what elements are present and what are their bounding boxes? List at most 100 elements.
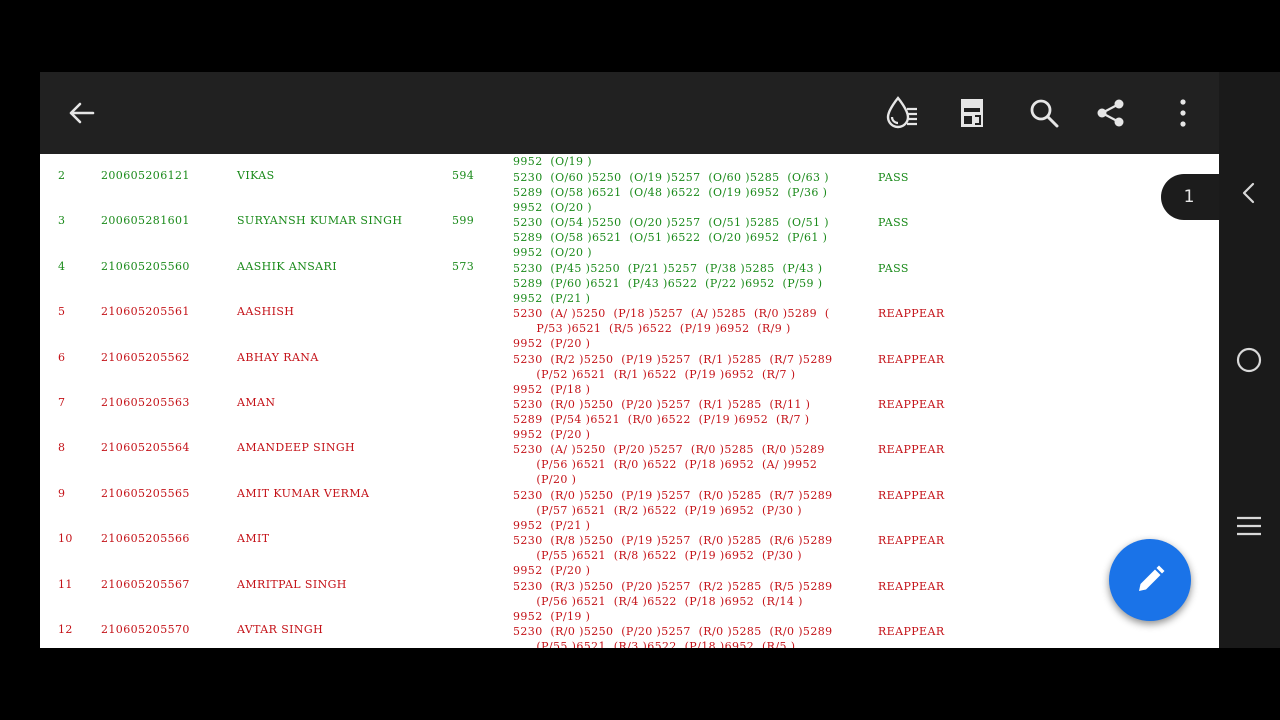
subject-marks-line: (P/57 )6521 (R/2 )6522 (P/19 )6952 (P/30…: [513, 503, 802, 517]
subject-marks-line: (P/56 )6521 (R/4 )6522 (P/18 )6952 (R/14…: [513, 594, 803, 608]
subject-marks-line: 5289 (O/58 )6521 (O/48 )6522 (O/19 )6952…: [513, 186, 828, 199]
result-status: REAPPEAR: [878, 352, 945, 366]
serial-number: 4: [58, 259, 66, 273]
document-page[interactable]: 9952 (O/19 ) 2 200605206121 VIKAS 594 PASS 52…: [40, 154, 1219, 648]
subject-marks-line: 5230 (R/2 )5250 (P/19 )5257 (R/1 )5285 (…: [513, 352, 833, 366]
student-name: AMIT: [237, 532, 270, 546]
subject-marks-line: 9952 (P/19 ): [513, 609, 591, 623]
result-status: PASS: [878, 216, 909, 230]
search-icon: [1030, 99, 1059, 128]
student-name: ABHAY RANA: [237, 350, 319, 364]
subject-marks-line: 9952 (P/18 ): [513, 382, 591, 396]
roll-number: 210605205562: [101, 350, 190, 364]
result-status: REAPPEAR: [878, 488, 945, 502]
result-status: PASS: [878, 171, 909, 184]
subject-marks-line: 9952 (P/21 ): [513, 518, 591, 532]
search-button[interactable]: [1022, 91, 1066, 135]
result-status: REAPPEAR: [878, 534, 945, 548]
subject-marks-line: P/53 )6521 (R/5 )6522 (P/19 )6952 (R/9 ): [513, 322, 791, 336]
total-marks: 573: [452, 259, 475, 273]
result-status: REAPPEAR: [878, 579, 945, 593]
subject-marks-line: 5289 (O/58 )6521 (O/51 )6522 (O/20 )6952…: [513, 231, 828, 245]
roll-number: 210605205563: [101, 396, 190, 409]
serial-number: 8: [58, 441, 66, 455]
subject-marks-line: (P/55 )6521 (R/3 )6522 (P/18 )6952 (R/5 …: [513, 640, 796, 648]
subject-marks-line: 9952 (P/20 ): [513, 428, 591, 441]
nav-recents-icon: [1237, 516, 1261, 536]
subject-marks-line: 9952 (P/21 ): [513, 291, 591, 305]
student-name: AMAN: [237, 396, 276, 409]
nav-recents-button[interactable]: [1229, 506, 1269, 546]
roll-number: 210605205565: [101, 486, 190, 500]
subject-marks-line: (P/56 )6521 (R/0 )6522 (P/18 )6952 (A/ )…: [513, 458, 818, 472]
serial-number: 12: [58, 623, 73, 636]
subject-marks-line: (P/20 ): [513, 473, 577, 487]
top-toolbar: [40, 72, 1219, 154]
page-layout-icon: [961, 99, 983, 127]
student-name: AMRITPAL SINGH: [237, 577, 347, 591]
result-status: PASS: [878, 261, 909, 275]
roll-number: 210605205560: [101, 259, 190, 273]
subject-marks-line: 5230 (P/45 )5250 (P/21 )5257 (P/38 )5285…: [513, 261, 823, 275]
subject-marks-line: 5230 (A/ )5250 (P/18 )5257 (A/ )5285 (R/…: [513, 307, 830, 321]
roll-number: 210605205570: [101, 623, 190, 636]
arrow-left-icon: [69, 102, 95, 124]
share-button[interactable]: [1089, 91, 1133, 135]
previous-row-fragment: 9952 (O/19 ): [513, 155, 592, 168]
subject-marks-line: 5230 (O/54 )5250 (O/20 )5257 (O/51 )5285…: [513, 216, 829, 230]
student-name: AMIT KUMAR VERMA: [237, 486, 370, 500]
subject-marks-line: 5230 (A/ )5250 (P/20 )5257 (R/0 )5285 (R…: [513, 443, 825, 457]
student-name: AASHIK ANSARI: [237, 259, 337, 273]
serial-number: 7: [58, 396, 66, 409]
subject-marks-line: 9952 (O/20 ): [513, 201, 592, 214]
page-number-badge: 1: [1161, 174, 1223, 220]
student-name: AASHISH: [237, 305, 295, 319]
subject-marks-line: 5230 (R/3 )5250 (P/20 )5257 (R/2 )5285 (…: [513, 579, 833, 593]
serial-number: 11: [58, 577, 73, 591]
subject-marks-line: 5230 (R/0 )5250 (P/20 )5257 (R/0 )5285 (…: [513, 625, 833, 638]
subject-marks-line: (P/52 )6521 (R/1 )6522 (P/19 )6952 (R/7 …: [513, 367, 796, 381]
subject-marks-line: (P/55 )6521 (R/8 )6522 (P/19 )6952 (P/30…: [513, 549, 802, 563]
ink-drop-lines-icon: [886, 96, 917, 129]
more-options-button[interactable]: [1161, 91, 1205, 135]
nav-back-button[interactable]: [1229, 173, 1269, 213]
roll-number: 210605205564: [101, 441, 190, 455]
subject-marks-line: 5289 (P/54 )6521 (R/0 )6522 (P/19 )6952 …: [513, 413, 810, 426]
share-icon: [1097, 99, 1124, 127]
serial-number: 2: [58, 169, 66, 182]
pencil-icon: [1139, 565, 1165, 591]
roll-number: 210605205567: [101, 577, 190, 591]
ink-drop-button[interactable]: [880, 91, 924, 135]
student-name: AMANDEEP SINGH: [237, 441, 356, 455]
roll-number: 210605205561: [101, 305, 190, 319]
result-status: REAPPEAR: [878, 443, 945, 457]
more-vert-icon: [1180, 99, 1186, 127]
nav-home-button[interactable]: [1229, 340, 1269, 380]
result-status: REAPPEAR: [878, 307, 945, 321]
system-nav-bar: [1219, 72, 1280, 648]
subject-marks-line: 5230 (R/0 )5250 (P/19 )5257 (R/0 )5285 (…: [513, 488, 833, 502]
total-marks: 594: [452, 169, 475, 182]
serial-number: 5: [58, 305, 66, 319]
roll-number: 210605205566: [101, 532, 190, 546]
serial-number: 9: [58, 486, 66, 500]
nav-back-icon: [1242, 182, 1255, 204]
back-button[interactable]: [59, 91, 103, 135]
roll-number: 200605281601: [101, 214, 190, 228]
result-status: REAPPEAR: [878, 398, 945, 411]
edit-fab-button[interactable]: [1109, 539, 1191, 621]
student-name: SURYANSH KUMAR SINGH: [237, 214, 403, 228]
subject-marks-line: 5230 (R/0 )5250 (P/20 )5257 (R/1 )5285 (…: [513, 398, 811, 411]
student-name: AVTAR SINGH: [237, 623, 324, 636]
student-name: VIKAS: [237, 169, 275, 182]
serial-number: 10: [58, 532, 73, 546]
subject-marks-line: 5230 (R/8 )5250 (P/19 )5257 (R/0 )5285 (…: [513, 534, 833, 548]
serial-number: 3: [58, 214, 66, 228]
roll-number: 200605206121: [101, 169, 190, 182]
serial-number: 6: [58, 350, 66, 364]
subject-marks-line: 5230 (O/60 )5250 (O/19 )5257 (O/60 )5285…: [513, 171, 829, 184]
page-layout-button[interactable]: [950, 91, 994, 135]
subject-marks-line: 5289 (P/60 )6521 (P/43 )6522 (P/22 )6952…: [513, 276, 823, 290]
subject-marks-line: 9952 (P/20 ): [513, 337, 591, 351]
pdf-viewer-window: 9952 (O/19 ) 2 200605206121 VIKAS 594 PASS 52…: [40, 72, 1219, 648]
